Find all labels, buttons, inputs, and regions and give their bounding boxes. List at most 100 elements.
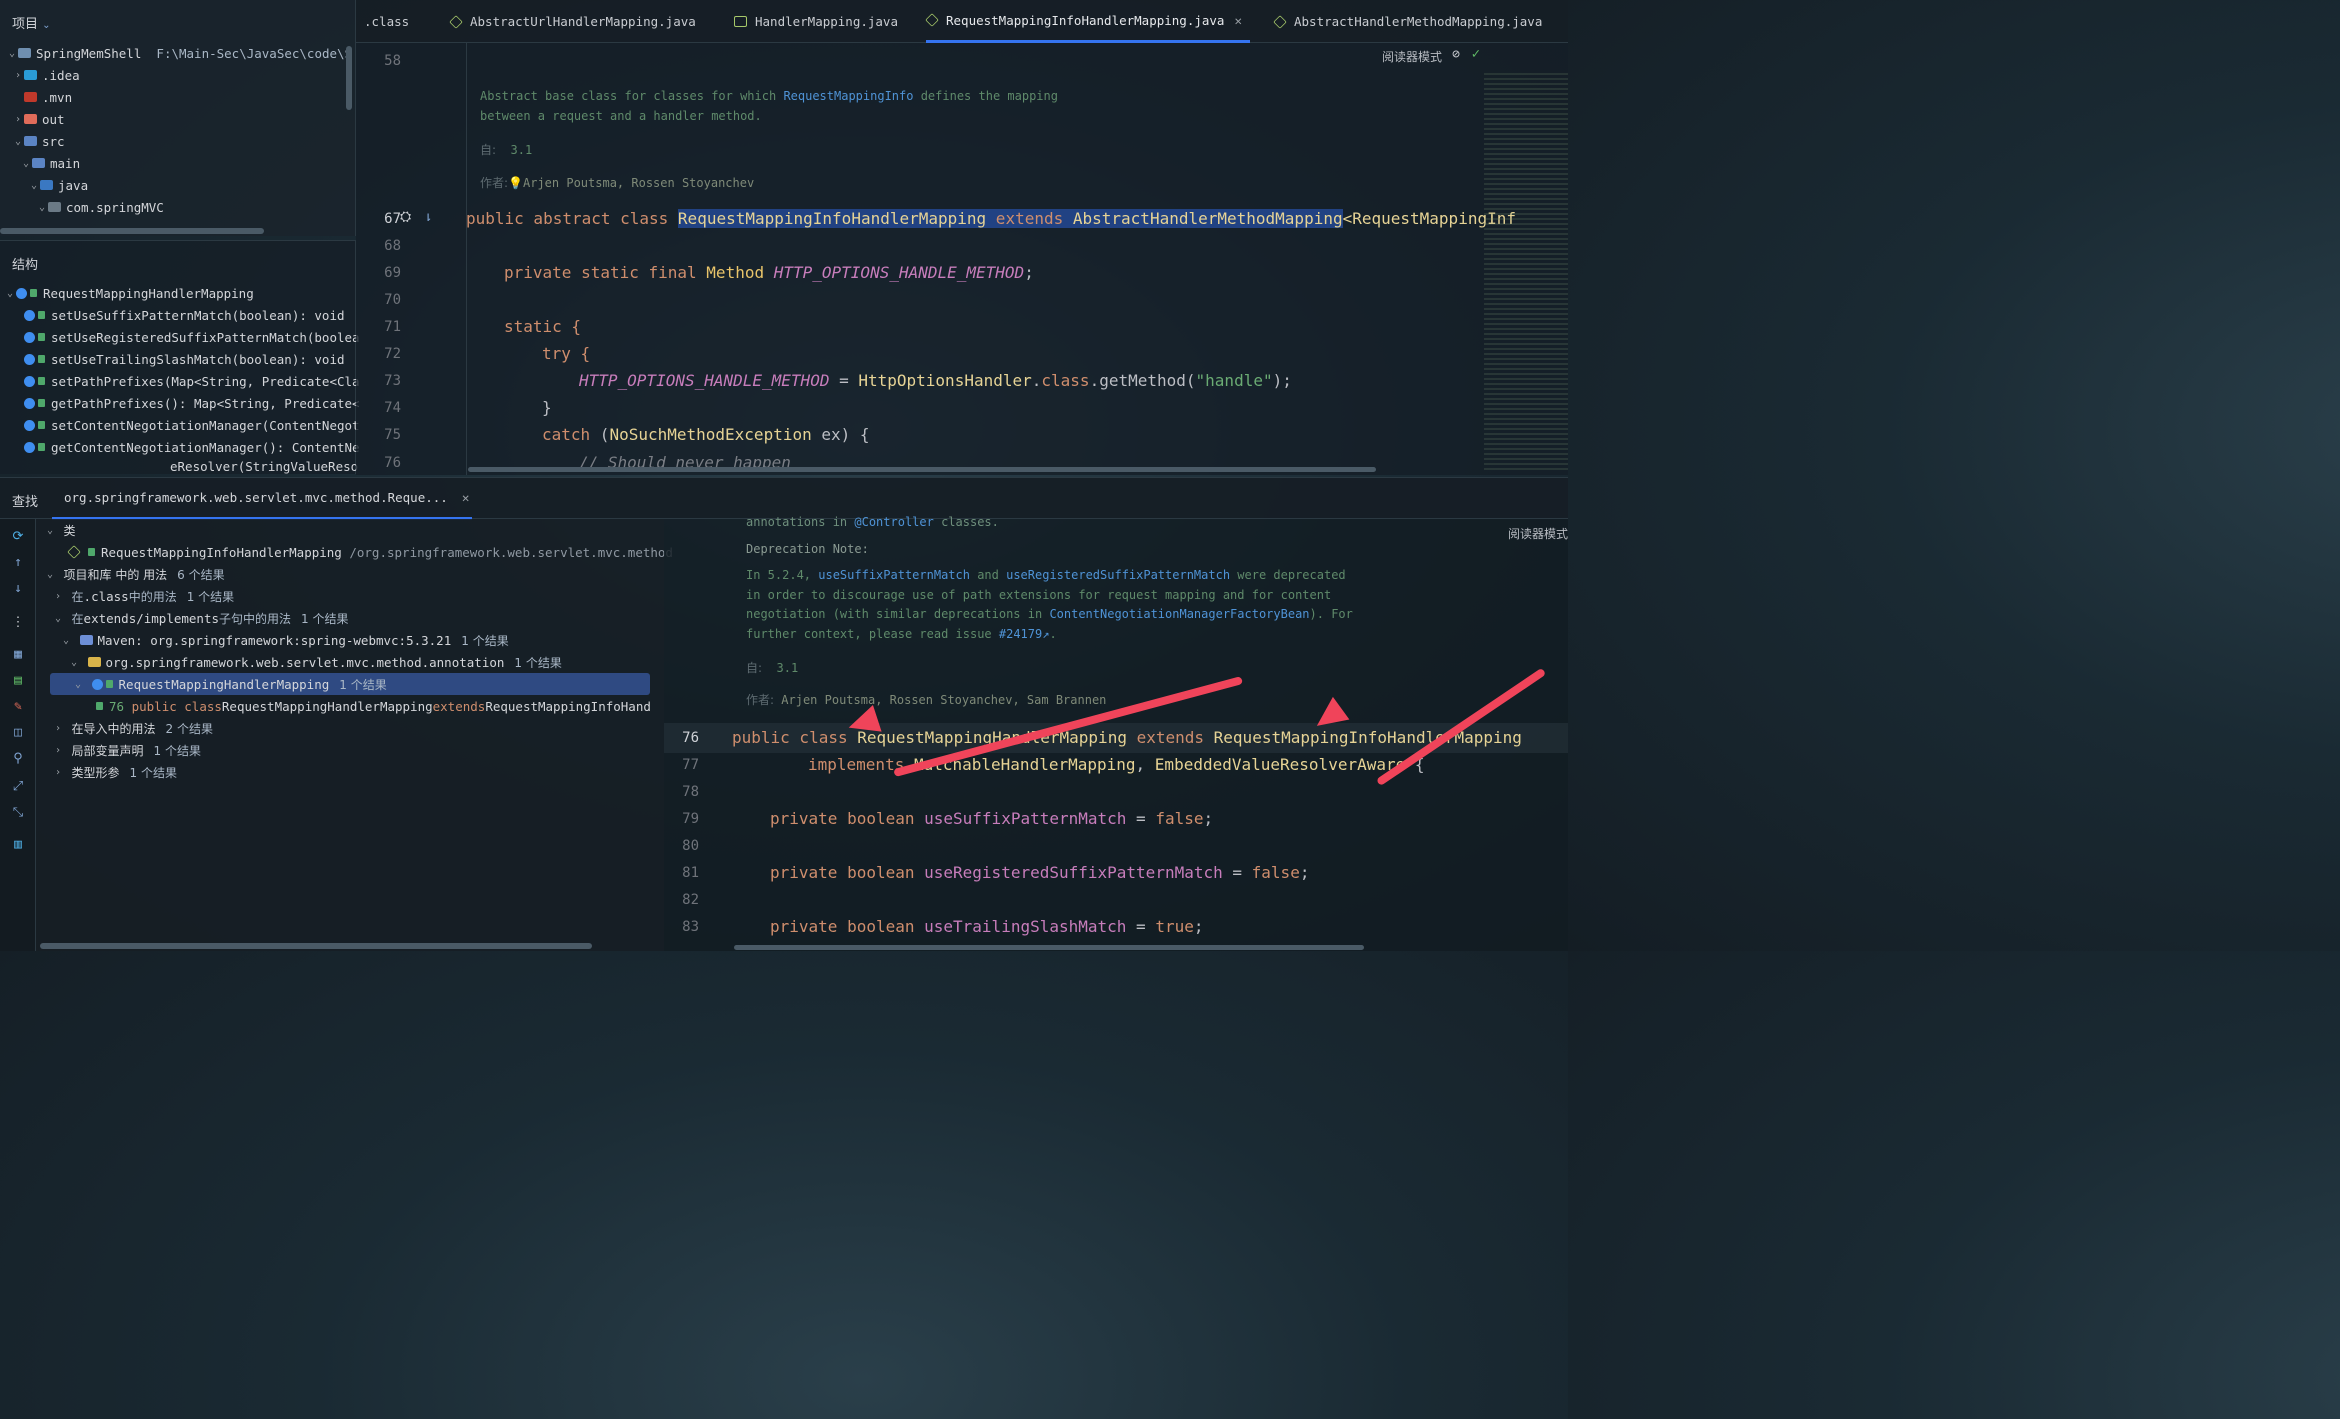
line-number: 71 [384,319,401,335]
structure-class[interactable]: ⌄ RequestMappingHandlerMapping [4,282,254,304]
tree-item-out[interactable]: › out [12,108,65,130]
chevron-down-icon[interactable]: ⌄ [52,613,64,624]
find-group-local-vars[interactable]: › 局部变量声明 1 个结果 [52,739,201,761]
vertical-scrollbar[interactable] [346,46,352,110]
chevron-down-icon[interactable]: ⌄ [72,679,84,690]
project-panel-header[interactable]: 项目 ⌄ [12,13,51,32]
tab-request-mapping-info-handler-mapping[interactable]: RequestMappingInfoHandlerMapping.java ✕ [925,0,1250,43]
structure-member[interactable]: getContentNegotiationManager(): ContentN… [24,436,360,458]
find-maven-item[interactable]: ⌄ Maven: org.springframework:spring-webm… [60,629,509,651]
tree-item-java[interactable]: ⌄ java [28,174,88,196]
group-by-module-icon[interactable]: ▦ [10,647,26,663]
tree-item-src[interactable]: ⌄ src [12,130,65,152]
find-group-extends[interactable]: ⌄ 在 extends/implements 子句中的用法 1 个结果 [52,607,349,629]
arrow-down-icon[interactable]: ↓ [10,581,26,597]
tab-abstract-handler-method-mapping[interactable]: AbstractHandlerMethodMapping.java [1273,0,1542,43]
layout-icon[interactable]: ▥ [10,837,26,853]
chevron-right-icon[interactable]: › [52,745,64,756]
tree-item-package[interactable]: ⌄ com.springMVC [36,196,164,218]
lock-icon [38,443,45,451]
tree-root[interactable]: ⌄ SpringMemShell F:\Main-Sec\JavaSec\cod… [6,42,352,64]
refresh-icon[interactable]: ⟳ [10,529,26,545]
folder-icon [18,48,31,58]
structure-panel: 结构 ⌄ RequestMappingHandlerMapping setUse… [0,240,360,474]
horizontal-scrollbar[interactable] [734,945,1364,950]
inheritors-icon[interactable]: ⇂ [424,209,432,225]
doc-line: annotations in @Controller classes. [746,515,999,529]
horizontal-scrollbar[interactable] [468,467,1376,472]
find-group-imports[interactable]: › 在导入中的用法 2 个结果 [52,717,213,739]
issue-link[interactable]: #24179 [999,627,1042,641]
close-icon[interactable]: ✕ [1234,13,1242,28]
edit-icon[interactable]: ✎ [10,699,26,715]
find-group-dotclass[interactable]: › 在 .class 中的用法 1 个结果 [52,585,234,607]
editor-bottom[interactable]: 阅读器模式 annotations in @Controller classes… [664,515,1568,951]
chevron-down-icon[interactable]: ⌄ [28,180,40,191]
structure-member[interactable]: setUseTrailingSlashMatch(boolean): void [24,348,345,370]
chevron-right-icon[interactable]: › [52,723,64,734]
filter-icon[interactable]: ⚲ [10,751,26,767]
minimap[interactable] [1484,73,1568,473]
chevron-down-icon[interactable]: ⌄ [4,288,16,299]
chevron-right-icon[interactable]: › [52,767,64,778]
group-by-type-icon[interactable]: ▤ [10,673,26,689]
implemented-icon[interactable]: ⛭ [400,209,411,225]
find-group-type-params[interactable]: › 类型形参 1 个结果 [52,761,177,783]
chevron-down-icon[interactable]: ⌄ [44,525,56,536]
find-group-usages[interactable]: ⌄ 项目和库 中的 用法 6 个结果 [44,563,225,585]
structure-member[interactable]: setPathPrefixes(Map<String, Predicate<Cl… [24,370,360,392]
chevron-down-icon[interactable]: ⌄ [20,158,32,169]
close-icon[interactable]: ✕ [462,490,470,505]
chevron-down-icon[interactable]: ⌄ [68,657,80,668]
reader-mode-label[interactable]: 阅读器模式 [1508,525,1568,542]
tree-item-main[interactable]: ⌄ main [20,152,80,174]
arrow-up-icon[interactable]: ↑ [10,555,26,571]
structure-member[interactable]: eResolver(StringValueReso [170,458,358,474]
find-search-tab[interactable]: org.springframework.web.servlet.mvc.meth… [52,478,472,520]
chevron-right-icon[interactable]: › [12,70,24,81]
structure-member[interactable]: getPathPrefixes(): Map<String, Predicate… [24,392,360,414]
tab-handler-mapping[interactable]: HandlerMapping.java [734,0,898,43]
tree-item-mvn[interactable]: .mvn [12,86,72,108]
reader-mode-label[interactable]: 阅读器模式 [1382,48,1442,65]
find-package-item[interactable]: ⌄ org.springframework.web.servlet.mvc.me… [68,651,562,673]
line-number: 80 [682,838,699,854]
doc-line: between a request and a handler method. [480,109,762,123]
expand-icon[interactable]: ⤢ [10,779,26,795]
editor-top[interactable]: 阅读器模式 ⊘ ✓ 58 Abstract base class for cla… [356,43,1568,475]
code-line-73: HTTP_OPTIONS_HANDLE_METHOD = HttpOptions… [579,371,1292,390]
structure-member[interactable]: setUseRegisteredSuffixPatternMatch(boole… [24,326,360,348]
doc-line: In 5.2.4, useSuffixPatternMatch and useR… [746,568,1346,582]
chevron-down-icon[interactable]: ⌄ [36,202,48,213]
find-group-classes[interactable]: ⌄ 类 [44,519,76,541]
method-icon [24,441,35,453]
line-number: 82 [682,892,699,908]
chevron-right-icon[interactable]: › [12,114,24,125]
chevron-down-icon[interactable]: ⌄ [60,635,72,646]
tree-item-idea[interactable]: › .idea [12,64,80,86]
doc-link[interactable]: RequestMappingInfo [783,89,913,103]
chevron-down-icon[interactable]: ⌄ [12,136,24,147]
reader-mode-icon[interactable]: ⊘ [1452,47,1460,62]
chevron-down-icon[interactable]: ⌄ [6,48,18,59]
tab-abstract-url-handler-mapping[interactable]: AbstractUrlHandlerMapping.java [449,0,696,43]
find-usage-line[interactable]: 76 public class RequestMappingHandlerMap… [96,695,651,717]
find-class-item[interactable]: RequestMappingInfoHandlerMapping /org.sp… [67,541,673,563]
bulb-icon[interactable]: 💡 [508,176,523,190]
preview-icon[interactable]: ◫ [10,725,26,741]
chevron-down-icon[interactable]: ⌄ [42,20,50,31]
chevron-down-icon[interactable]: ⌄ [44,569,56,580]
structure-member[interactable]: setUseSuffixPatternMatch(boolean): void [24,304,345,326]
doc-link[interactable]: useRegisteredSuffixPatternMatch [1006,568,1230,582]
chevron-right-icon[interactable]: › [52,591,64,602]
tab-class[interactable]: .class [364,0,409,43]
find-selected-class[interactable]: ⌄ RequestMappingHandlerMapping 1 个结果 [50,673,650,695]
folder-icon [24,92,37,102]
collapse-icon[interactable]: ⤡ [10,805,26,821]
doc-link[interactable]: useSuffixPatternMatch [818,568,970,582]
doc-link[interactable]: ContentNegotiationManagerFactoryBean [1049,607,1309,621]
more-icon[interactable]: ⋮ [10,615,26,631]
horizontal-scrollbar[interactable] [40,943,592,949]
structure-member[interactable]: setContentNegotiationManager(ContentNego… [24,414,360,436]
horizontal-scrollbar[interactable] [0,228,264,234]
